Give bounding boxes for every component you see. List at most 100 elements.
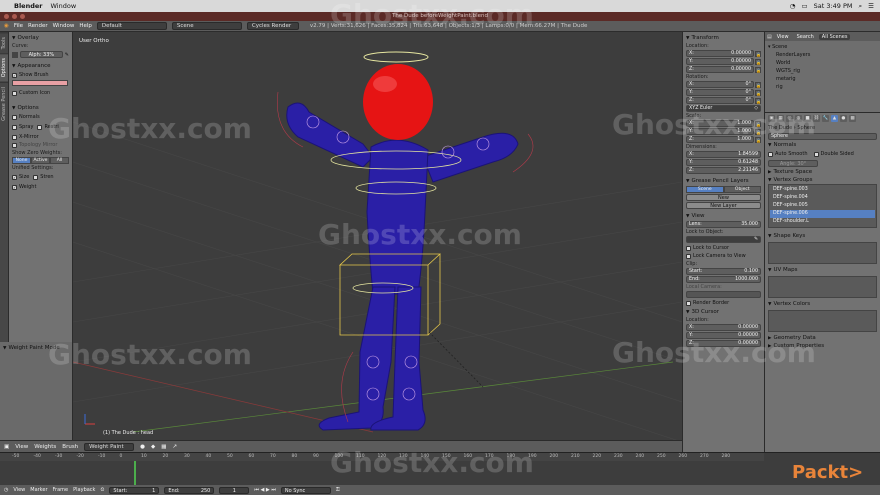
overlay-panel-header[interactable]: ▼ Overlay bbox=[12, 34, 69, 42]
lock-camera-checkbox[interactable]: Lock Camera to View bbox=[686, 253, 761, 259]
vertex-groups-list[interactable]: DEF-spine.003 DEF-spine.004 DEF-spine.00… bbox=[768, 184, 877, 228]
modifiers-tab-icon[interactable]: 🔧 bbox=[822, 115, 829, 122]
mode-select[interactable]: Weight Paint bbox=[84, 442, 135, 451]
outliner-view-menu[interactable]: View bbox=[774, 34, 792, 40]
outliner-row-renderlayers[interactable]: RenderLayers bbox=[768, 51, 877, 59]
list-item[interactable]: DEF-spine.005 bbox=[770, 202, 875, 210]
scale-x-field[interactable]: X: 1.000 bbox=[686, 120, 754, 127]
world-tab-icon[interactable]: ◍ bbox=[795, 115, 802, 122]
rotation-mode-select[interactable]: XYZ Euler ◇ bbox=[686, 105, 761, 112]
grease-object-toggle[interactable]: Object bbox=[723, 186, 761, 193]
auto-smooth-checkbox[interactable]: Auto Smooth bbox=[768, 151, 808, 157]
brush-menu[interactable]: Brush bbox=[62, 444, 78, 450]
current-frame-cursor[interactable] bbox=[134, 461, 136, 486]
object-tab-icon[interactable]: ■ bbox=[804, 115, 811, 122]
shading-icon[interactable]: ● bbox=[140, 444, 145, 450]
scale-y-field[interactable]: Y: 1.000 bbox=[686, 128, 754, 135]
grease-scene-toggle[interactable]: Scene bbox=[686, 186, 724, 193]
scale-z-field[interactable]: Z: 1.000 bbox=[686, 136, 754, 143]
lock-icon[interactable]: 🔒 bbox=[755, 66, 761, 73]
cursor-x-field[interactable]: X: 0.00000 bbox=[686, 324, 761, 331]
rotation-z-field[interactable]: Z: 0° bbox=[686, 97, 754, 104]
tab-tools[interactable]: Tools bbox=[0, 32, 8, 54]
curve-preset-icon[interactable] bbox=[12, 51, 18, 58]
lock-icon[interactable]: 🔒 bbox=[755, 120, 761, 127]
vertex-colors-panel-header[interactable]: ▼ Vertex Colors bbox=[768, 300, 877, 308]
scene-tab-icon[interactable]: ◎ bbox=[786, 115, 793, 122]
tab-grease-pencil[interactable]: Grease Pencil bbox=[0, 81, 8, 125]
zero-weights-none[interactable]: None bbox=[12, 157, 31, 164]
layers-icon[interactable]: ▦ bbox=[161, 444, 166, 450]
location-x-field[interactable]: X: 0.00000 bbox=[686, 50, 754, 57]
wifi-icon[interactable]: ◔ bbox=[790, 2, 796, 10]
minimize-window-button[interactable] bbox=[12, 14, 17, 19]
new-layer-button[interactable]: New Layer bbox=[686, 202, 761, 209]
mesh-name-field[interactable]: Sphere bbox=[768, 133, 877, 140]
render-border-checkbox[interactable]: Render Border bbox=[686, 300, 761, 306]
restrict-checkbox[interactable]: Restri bbox=[37, 124, 59, 130]
eyedropper-icon[interactable]: ✎ bbox=[65, 52, 69, 58]
lock-icon[interactable]: 🔒 bbox=[755, 97, 761, 104]
constraints-tab-icon[interactable]: ⛓ bbox=[813, 115, 820, 122]
location-z-field[interactable]: Z: 0.00000 bbox=[686, 66, 754, 73]
unified-size-checkbox[interactable]: ✓ Size bbox=[12, 174, 29, 180]
rotation-x-field[interactable]: X: 0° bbox=[686, 81, 754, 88]
unified-strength-checkbox[interactable]: Stren bbox=[33, 174, 54, 180]
search-icon[interactable]: ⌕ bbox=[859, 2, 863, 11]
tab-options[interactable]: Options bbox=[0, 53, 8, 82]
rotation-y-field[interactable]: Y: 0° bbox=[686, 89, 754, 96]
vertex-groups-panel-header[interactable]: ▼ Vertex Groups bbox=[768, 176, 877, 184]
lock-icon[interactable]: 🔒 bbox=[755, 136, 761, 143]
normals-panel-header[interactable]: ▼ Normals bbox=[768, 141, 877, 149]
render-engine-select[interactable]: Cycles Render bbox=[246, 22, 299, 30]
zero-weights-all[interactable]: All bbox=[50, 157, 69, 164]
3d-viewport[interactable]: User Ortho (1) The Dude : head bbox=[73, 32, 682, 440]
lock-icon[interactable]: 🔒 bbox=[755, 128, 761, 135]
menu-help[interactable]: Help bbox=[79, 23, 92, 29]
shape-keys-list[interactable] bbox=[768, 242, 877, 264]
dimension-x-field[interactable]: X: 1.84599 bbox=[686, 151, 761, 158]
blender-icon[interactable]: ◉ bbox=[4, 23, 9, 29]
custom-properties-panel-header[interactable]: ▶ Custom Properties bbox=[768, 342, 877, 350]
outliner-row-world[interactable]: World bbox=[768, 59, 877, 67]
outliner-search-menu[interactable]: Search bbox=[794, 34, 817, 40]
dimension-y-field[interactable]: Y: 0.61248 bbox=[686, 159, 761, 166]
grease-new-button[interactable]: New bbox=[686, 194, 761, 201]
options-panel-header[interactable]: ▼ Options bbox=[12, 104, 69, 112]
lock-object-field[interactable]: ✎ bbox=[686, 236, 761, 243]
battery-icon[interactable]: ▭ bbox=[801, 2, 807, 10]
normals-checkbox[interactable]: Normals bbox=[12, 114, 69, 120]
timeline[interactable]: -50 -40 -30 -20 -10 0 10 20 30 40 50 60 70 80 90 100 110… bbox=[0, 452, 880, 486]
texture-tab-icon[interactable]: ▩ bbox=[849, 115, 856, 122]
3d-cursor-panel-header[interactable]: ▼ 3D Cursor bbox=[686, 308, 761, 316]
manipulator-icon[interactable]: ↗ bbox=[172, 444, 177, 450]
location-y-field[interactable]: Y: 0.00000 bbox=[686, 58, 754, 65]
lock-cursor-checkbox[interactable]: Lock to Cursor bbox=[686, 245, 761, 251]
pivot-icon[interactable]: ◆ bbox=[151, 444, 155, 450]
cursor-y-field[interactable]: Y: 0.00000 bbox=[686, 332, 761, 339]
shape-keys-panel-header[interactable]: ▼ Shape Keys bbox=[768, 232, 877, 240]
marker-menu[interactable]: Marker bbox=[30, 487, 47, 493]
sync-select[interactable]: No Sync bbox=[280, 486, 331, 494]
end-frame-field[interactable]: End: 250 bbox=[164, 486, 215, 494]
render-tab-icon[interactable]: ▣ bbox=[768, 115, 775, 122]
zoom-window-button[interactable] bbox=[20, 14, 25, 19]
dimension-z-field[interactable]: Z: 2.21146 bbox=[686, 167, 761, 174]
zero-weights-active[interactable]: Active bbox=[31, 157, 50, 164]
menu-file[interactable]: File bbox=[14, 23, 23, 29]
editor-type-icon[interactable]: ◷ bbox=[4, 487, 8, 493]
vertex-colors-list[interactable] bbox=[768, 310, 877, 332]
alpha-field[interactable]: Alph: 33% bbox=[20, 51, 63, 58]
list-item[interactable]: DEF-spine.004 bbox=[770, 194, 875, 202]
outliner[interactable]: ▤ View Search All Scenes ▾ Scene RenderL… bbox=[764, 32, 880, 112]
list-item[interactable]: DEF-shoulder.L bbox=[770, 218, 875, 226]
weight-paint-mode-header[interactable]: ▼ Weight Paint Mode bbox=[3, 344, 69, 352]
x-mirror-checkbox[interactable]: X-Mirror bbox=[12, 134, 69, 140]
outliner-display-mode[interactable]: All Scenes bbox=[818, 33, 851, 40]
custom-icon-checkbox[interactable]: Custom Icon bbox=[12, 90, 69, 96]
current-frame-field[interactable]: 1 bbox=[219, 486, 250, 494]
timeline-scale[interactable]: -50 -40 -30 -20 -10 0 10 20 30 40 50 60 70 80 90 100 110… bbox=[0, 453, 764, 461]
transform-panel-header[interactable]: ▼ Transform bbox=[686, 34, 761, 42]
start-frame-field[interactable]: Start: 1 bbox=[109, 486, 160, 494]
menu-render[interactable]: Render bbox=[28, 23, 48, 29]
